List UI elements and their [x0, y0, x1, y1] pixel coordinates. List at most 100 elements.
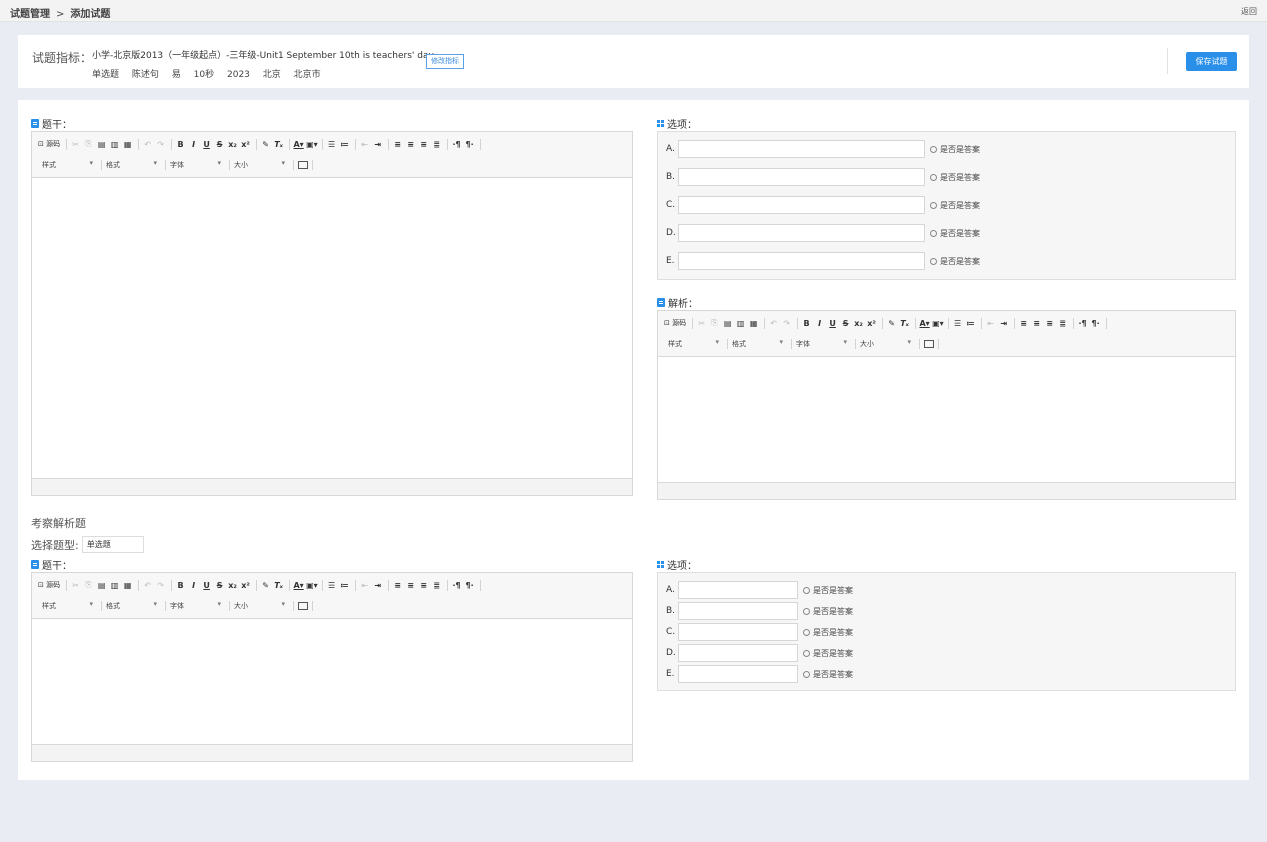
subscript-icon[interactable]: x₂ — [227, 581, 238, 590]
size-dropdown[interactable]: 大小 — [234, 600, 289, 611]
radio-circle-icon[interactable] — [803, 607, 810, 615]
rtl-icon[interactable]: ¶· — [464, 581, 475, 590]
source-button[interactable]: ⊡ 源码 — [38, 139, 60, 149]
paste-word-icon[interactable]: ▦ — [122, 140, 133, 149]
bold-icon[interactable]: B — [801, 319, 812, 328]
image-icon[interactable] — [298, 602, 308, 610]
copy-icon[interactable]: ⎘ — [83, 580, 94, 590]
cut-icon[interactable]: ✂ — [70, 581, 81, 590]
align-left-icon[interactable]: ≡ — [392, 581, 403, 590]
option-d-input[interactable] — [678, 224, 925, 242]
align-center-icon[interactable]: ≡ — [405, 581, 416, 590]
text-color-icon[interactable]: A▾ — [919, 319, 930, 328]
cut-icon[interactable]: ✂ — [70, 140, 81, 149]
format-painter-icon[interactable]: ✎ — [886, 319, 897, 328]
rtl-icon[interactable]: ¶· — [464, 140, 475, 149]
superscript-icon[interactable]: x² — [240, 140, 251, 149]
option-b-input[interactable] — [678, 602, 798, 620]
font-dropdown[interactable]: 字体 — [170, 159, 225, 170]
format-dropdown[interactable]: 格式 — [106, 600, 161, 611]
bold-icon[interactable]: B — [175, 581, 186, 590]
redo-icon[interactable]: ↷ — [155, 581, 166, 590]
format-painter-icon[interactable]: ✎ — [260, 581, 271, 590]
style-dropdown[interactable]: 样式 — [42, 159, 97, 170]
answer-radio[interactable]: 是否是答案 — [803, 669, 853, 680]
indent-icon[interactable]: ⇥ — [372, 140, 383, 149]
bulleted-list-icon[interactable]: ≔ — [339, 581, 350, 590]
strikethrough-icon[interactable]: S — [214, 140, 225, 149]
text-color-icon[interactable]: A▾ — [293, 581, 304, 590]
align-right-icon[interactable]: ≡ — [418, 581, 429, 590]
text-color-icon[interactable]: A▾ — [293, 140, 304, 149]
bulleted-list-icon[interactable]: ≔ — [339, 140, 350, 149]
italic-icon[interactable]: I — [814, 319, 825, 328]
radio-circle-icon[interactable] — [930, 257, 937, 265]
align-right-icon[interactable]: ≡ — [1044, 319, 1055, 328]
paste-text-icon[interactable]: ▥ — [109, 140, 120, 149]
radio-circle-icon[interactable] — [930, 173, 937, 181]
underline-icon[interactable]: U — [201, 581, 212, 590]
stem-editor-2-body[interactable] — [32, 620, 632, 743]
undo-icon[interactable]: ↶ — [768, 319, 779, 328]
edit-meta-button[interactable]: 修改指标 — [426, 54, 464, 69]
option-a-input[interactable] — [678, 140, 925, 158]
align-left-icon[interactable]: ≡ — [392, 140, 403, 149]
radio-circle-icon[interactable] — [803, 670, 810, 678]
image-icon[interactable] — [924, 340, 934, 348]
indent-icon[interactable]: ⇥ — [372, 581, 383, 590]
answer-radio[interactable]: 是否是答案 — [930, 144, 980, 155]
paste-word-icon[interactable]: ▦ — [748, 319, 759, 328]
remove-format-icon[interactable]: Tₓ — [273, 581, 284, 590]
radio-circle-icon[interactable] — [930, 229, 937, 237]
ltr-icon[interactable]: ·¶ — [451, 581, 462, 590]
answer-radio[interactable]: 是否是答案 — [803, 585, 853, 596]
radio-circle-icon[interactable] — [803, 628, 810, 636]
radio-circle-icon[interactable] — [803, 649, 810, 657]
copy-icon[interactable]: ⎘ — [709, 318, 720, 328]
format-dropdown[interactable]: 格式 — [732, 338, 787, 349]
redo-icon[interactable]: ↷ — [781, 319, 792, 328]
option-b-input[interactable] — [678, 168, 925, 186]
option-a-input[interactable] — [678, 581, 798, 599]
background-color-icon[interactable]: ▣▾ — [306, 581, 318, 590]
breadcrumb-root[interactable]: 试题管理 — [10, 5, 50, 20]
superscript-icon[interactable]: x² — [240, 581, 251, 590]
font-dropdown[interactable]: 字体 — [796, 338, 851, 349]
align-right-icon[interactable]: ≡ — [418, 140, 429, 149]
underline-icon[interactable]: U — [827, 319, 838, 328]
question-type-select[interactable]: 单选题 — [81, 536, 144, 553]
paste-text-icon[interactable]: ▥ — [109, 581, 120, 590]
copy-icon[interactable]: ⎘ — [83, 139, 94, 149]
remove-format-icon[interactable]: Tₓ — [273, 140, 284, 149]
cut-icon[interactable]: ✂ — [696, 319, 707, 328]
radio-circle-icon[interactable] — [930, 145, 937, 153]
style-dropdown[interactable]: 样式 — [42, 600, 97, 611]
answer-radio[interactable]: 是否是答案 — [930, 200, 980, 211]
paste-icon[interactable]: ▤ — [722, 319, 733, 328]
paste-icon[interactable]: ▤ — [96, 581, 107, 590]
numbered-list-icon[interactable]: ☰ — [326, 140, 337, 149]
save-question-button[interactable]: 保存试题 — [1186, 52, 1237, 71]
paste-text-icon[interactable]: ▥ — [735, 319, 746, 328]
subscript-icon[interactable]: x₂ — [227, 140, 238, 149]
strikethrough-icon[interactable]: S — [214, 581, 225, 590]
align-center-icon[interactable]: ≡ — [1031, 319, 1042, 328]
align-left-icon[interactable]: ≡ — [1018, 319, 1029, 328]
answer-radio[interactable]: 是否是答案 — [803, 606, 853, 617]
option-c-input[interactable] — [678, 196, 925, 214]
align-justify-icon[interactable]: ≣ — [1057, 319, 1068, 328]
outdent-icon[interactable]: ⇤ — [359, 140, 370, 149]
stem-editor-body[interactable] — [32, 179, 632, 477]
strikethrough-icon[interactable]: S — [840, 319, 851, 328]
radio-circle-icon[interactable] — [803, 586, 810, 594]
background-color-icon[interactable]: ▣▾ — [306, 140, 318, 149]
numbered-list-icon[interactable]: ☰ — [326, 581, 337, 590]
background-color-icon[interactable]: ▣▾ — [932, 319, 944, 328]
bulleted-list-icon[interactable]: ≔ — [965, 319, 976, 328]
answer-radio[interactable]: 是否是答案 — [930, 228, 980, 239]
analysis-editor-body[interactable] — [658, 358, 1235, 481]
option-e-input[interactable] — [678, 252, 925, 270]
font-dropdown[interactable]: 字体 — [170, 600, 225, 611]
align-center-icon[interactable]: ≡ — [405, 140, 416, 149]
paste-icon[interactable]: ▤ — [96, 140, 107, 149]
